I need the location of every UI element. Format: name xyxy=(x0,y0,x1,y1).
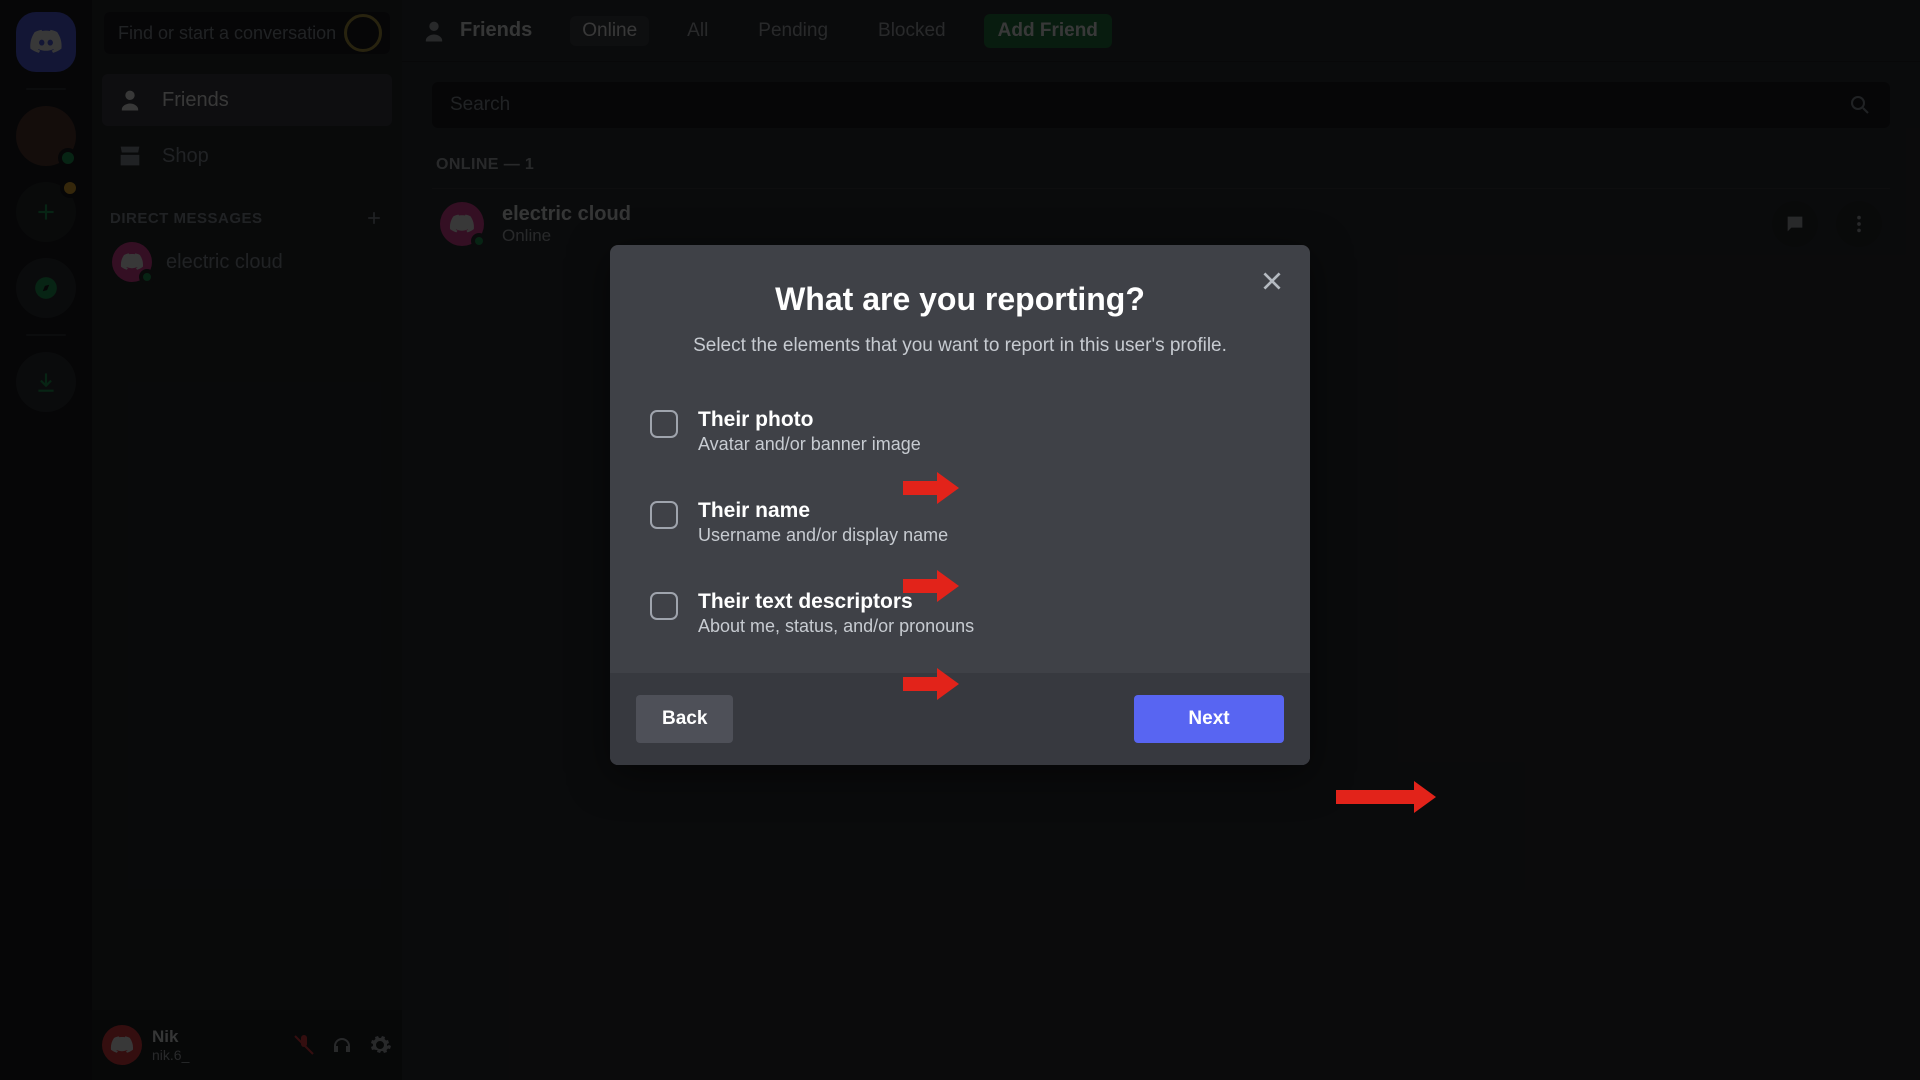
annotation-arrow xyxy=(903,472,959,504)
modal-subtitle: Select the elements that you want to rep… xyxy=(650,332,1270,360)
close-icon xyxy=(1259,268,1285,294)
option-name[interactable]: Their name Username and/or display name xyxy=(628,477,1292,568)
next-button[interactable]: Next xyxy=(1134,695,1284,743)
annotation-arrow xyxy=(1336,781,1436,813)
checkbox[interactable] xyxy=(650,410,678,438)
option-text-descriptors[interactable]: Their text descriptors About me, status,… xyxy=(628,568,1292,659)
annotation-arrow xyxy=(903,570,959,602)
option-desc: Avatar and/or banner image xyxy=(698,434,921,455)
annotation-arrow xyxy=(903,668,959,700)
option-desc: About me, status, and/or pronouns xyxy=(698,616,974,637)
option-photo[interactable]: Their photo Avatar and/or banner image xyxy=(628,386,1292,477)
report-options: Their photo Avatar and/or banner image T… xyxy=(610,378,1310,673)
option-desc: Username and/or display name xyxy=(698,525,948,546)
report-modal: What are you reporting? Select the eleme… xyxy=(610,245,1310,765)
modal-title: What are you reporting? xyxy=(650,281,1270,318)
close-button[interactable] xyxy=(1258,267,1286,295)
checkbox[interactable] xyxy=(650,592,678,620)
back-button[interactable]: Back xyxy=(636,695,733,743)
modal-footer: Back Next xyxy=(610,673,1310,765)
checkbox[interactable] xyxy=(650,501,678,529)
option-title: Their photo xyxy=(698,408,921,432)
